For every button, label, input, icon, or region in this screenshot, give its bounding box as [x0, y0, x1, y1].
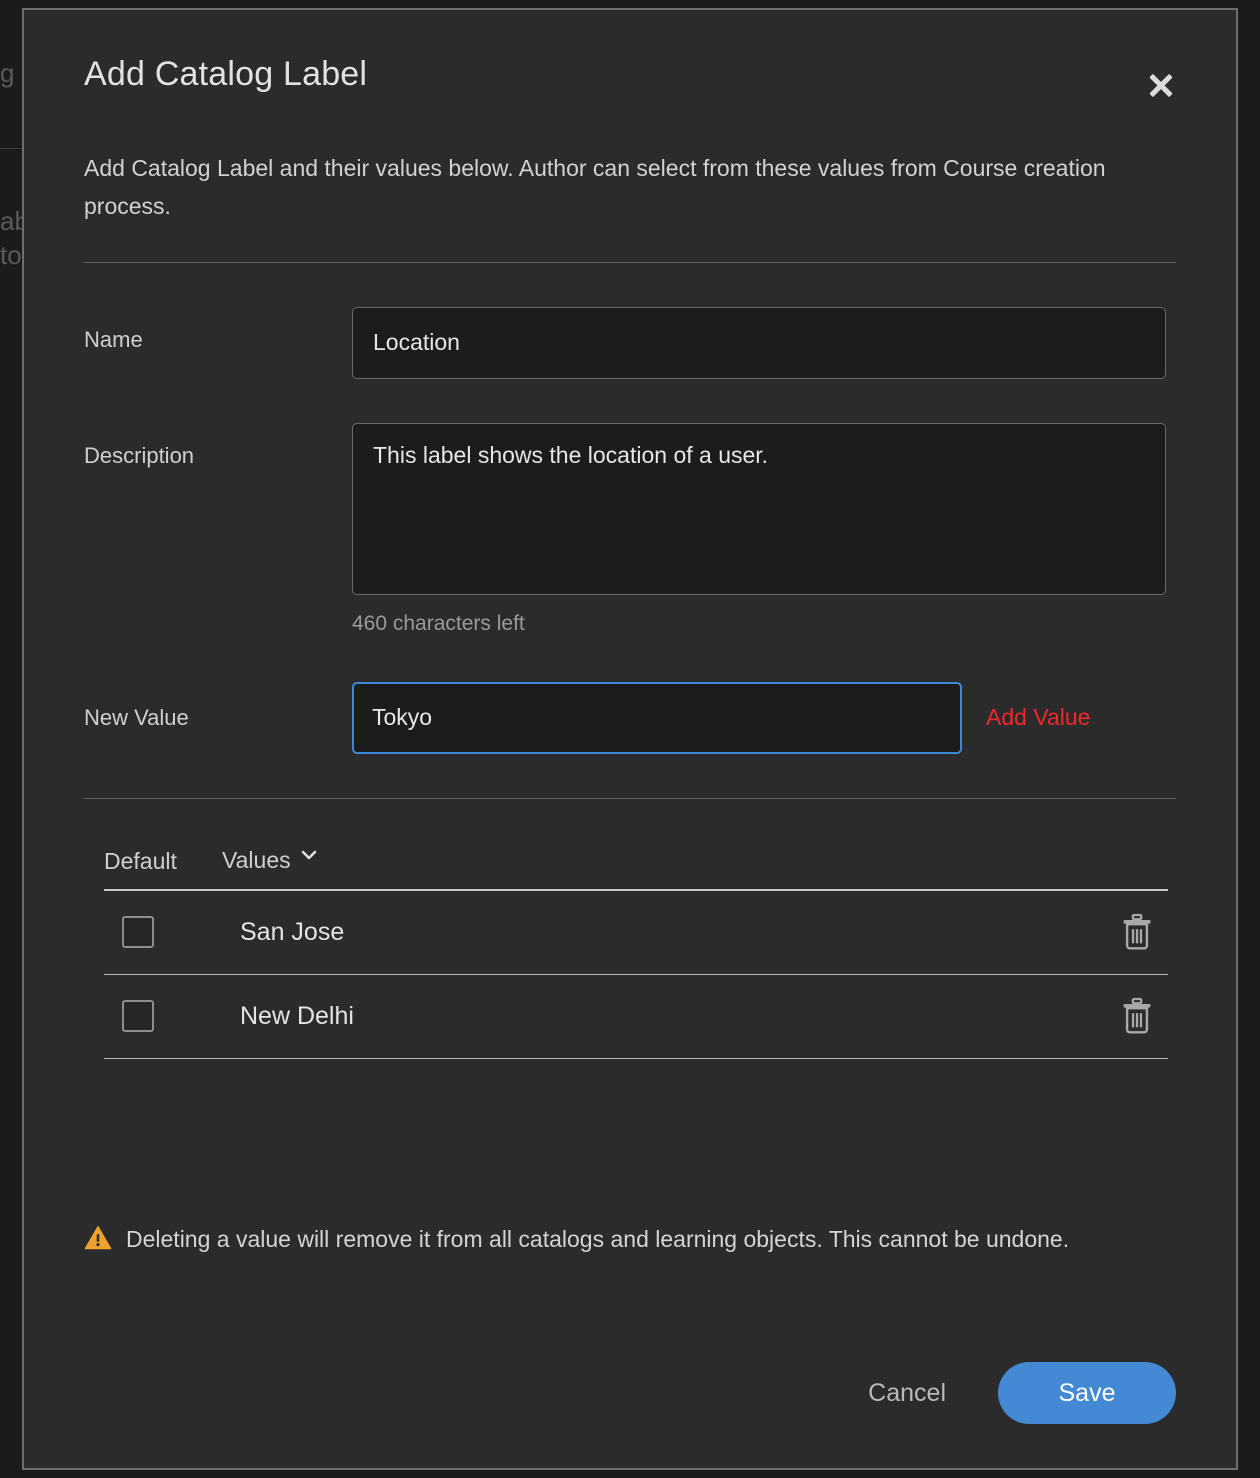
column-header-values[interactable]: Values: [222, 847, 317, 875]
chevron-down-icon: [301, 847, 317, 863]
new-value-input[interactable]: [352, 682, 962, 754]
values-table-header: Default Values: [104, 847, 1168, 891]
header-divider: [84, 262, 1176, 263]
description-field-row: Description 460 characters left: [84, 423, 1176, 636]
name-label: Name: [84, 307, 352, 353]
add-value-button[interactable]: Add Value: [986, 704, 1090, 731]
delete-warning: Deleting a value will remove it from all…: [84, 1222, 1176, 1258]
form-divider: [84, 798, 1176, 799]
description-input[interactable]: [352, 423, 1166, 595]
dialog-footer: Cancel Save: [850, 1362, 1176, 1424]
trash-icon[interactable]: [1120, 913, 1154, 951]
new-value-field-row: New Value Add Value: [84, 682, 1176, 754]
add-catalog-label-dialog: Add Catalog Label Add Catalog Label and …: [22, 8, 1238, 1470]
table-row: New Delhi: [104, 975, 1168, 1059]
new-value-label: New Value: [84, 705, 352, 731]
delete-warning-text: Deleting a value will remove it from all…: [126, 1226, 1069, 1252]
value-cell: New Delhi: [240, 1002, 1120, 1031]
close-icon[interactable]: [1140, 64, 1182, 106]
dialog-title: Add Catalog Label: [84, 56, 367, 93]
column-header-values-label: Values: [222, 847, 291, 874]
save-button[interactable]: Save: [998, 1362, 1176, 1424]
values-table: Default Values San Jose: [104, 847, 1168, 1059]
default-checkbox[interactable]: [122, 916, 154, 948]
trash-icon[interactable]: [1120, 997, 1154, 1035]
description-label: Description: [84, 423, 352, 469]
value-cell: San Jose: [240, 918, 1120, 947]
table-row: San Jose: [104, 891, 1168, 975]
name-field-row: Name: [84, 307, 1176, 379]
name-input[interactable]: [352, 307, 1166, 379]
cancel-button[interactable]: Cancel: [850, 1369, 964, 1418]
default-cell: [122, 1000, 240, 1032]
default-checkbox[interactable]: [122, 1000, 154, 1032]
dialog-description: Add Catalog Label and their values below…: [84, 150, 1154, 226]
dialog-header: Add Catalog Label: [84, 10, 1176, 106]
default-cell: [122, 916, 240, 948]
column-header-default: Default: [104, 848, 222, 875]
warning-triangle-icon: [84, 1225, 112, 1251]
character-count: 460 characters left: [352, 612, 1176, 636]
